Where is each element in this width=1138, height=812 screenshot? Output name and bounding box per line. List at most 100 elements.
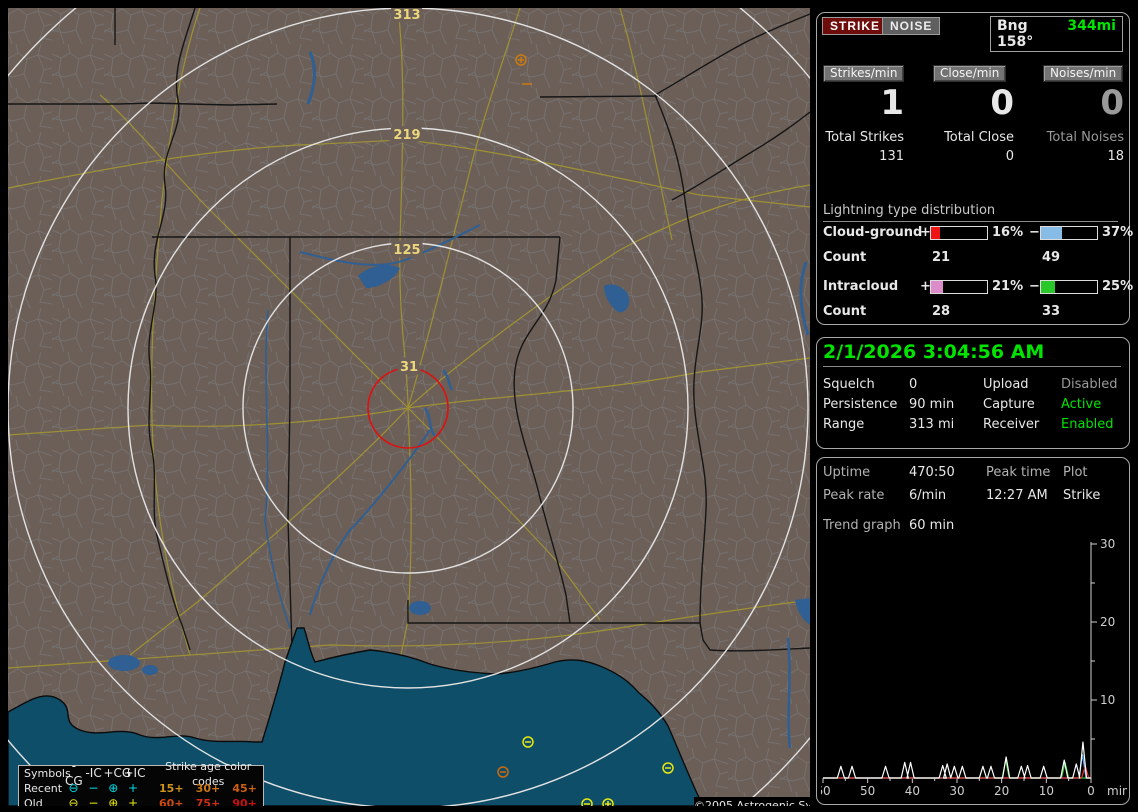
map-legend: Symbols -CG -IC +CG +IC Strike age color…	[18, 765, 264, 806]
count-label: Count	[823, 250, 866, 265]
strikes-per-min-chip[interactable]: Strikes/min	[823, 65, 904, 82]
svg-text:10: 10	[1100, 693, 1115, 707]
trend-chart: 1020306050403020100min	[821, 536, 1127, 800]
age-60: 60+	[153, 796, 190, 806]
svg-text:20: 20	[1100, 615, 1115, 629]
svg-text:0: 0	[1087, 784, 1095, 798]
age-90: 90+	[226, 796, 263, 806]
trend-panel: Uptime 470:50 Peak time Plot Peak rate 6…	[816, 457, 1130, 805]
pos-cg-old-icon: ⊕	[103, 796, 123, 806]
total-noises-label: Total Noises	[1024, 130, 1124, 145]
cloud-ground-count-row: Count 21 49	[823, 250, 1123, 265]
ring-label-219: 219	[393, 128, 420, 143]
trend-graph-row: Trend graph 60 min	[817, 518, 1129, 534]
trend-graph-label: Trend graph	[823, 518, 901, 533]
minus-sign: −	[1029, 225, 1040, 240]
squelch-value: 0	[909, 377, 917, 392]
minus-sign: −	[1029, 279, 1040, 294]
legend-symbols-header: Symbols	[24, 766, 64, 781]
pos-ic-old-icon: +	[123, 796, 143, 806]
legend-old-row: Old ⊖ − ⊕ + 60+ 75+ 90+	[19, 796, 263, 806]
svg-text:60: 60	[821, 784, 831, 798]
svg-text:10: 10	[1039, 784, 1054, 798]
strikes-per-min-value: 1	[823, 85, 904, 121]
cloud-ground-label: Cloud-ground	[823, 225, 922, 240]
noise-mode-button[interactable]: NOISE	[882, 17, 940, 35]
neg-cg-recent-icon: ⊖	[64, 781, 84, 796]
ring-label-31: 31	[400, 360, 418, 375]
legend-col-pos-ic: +IC	[123, 766, 143, 781]
map-layers: 313 219 125 31	[8, 8, 810, 806]
strike-mode-button[interactable]: STRIKE	[822, 17, 888, 35]
count-label: Count	[823, 304, 866, 319]
neg-ic-old-icon: −	[83, 796, 103, 806]
legend-col-neg-ic: -IC	[84, 766, 104, 781]
ic-negative-bar	[1040, 280, 1098, 294]
plot-value: Strike	[1063, 488, 1100, 503]
pos-cg-recent-icon: ⊕	[103, 781, 123, 796]
cg-positive-bar	[930, 226, 988, 240]
status-panel: 2/1/2026 3:04:56 AM Squelch 0 Upload Dis…	[816, 337, 1130, 449]
svg-text:30: 30	[949, 784, 964, 798]
cg-negative-pct: 37%	[1102, 225, 1133, 240]
bearing-value: Bng 158°	[997, 18, 1067, 50]
total-close-label: Total Close	[914, 130, 1014, 145]
upload-label: Upload	[983, 377, 1029, 392]
noises-per-min-chip[interactable]: Noises/min	[1043, 65, 1123, 82]
status-row: Squelch 0 Upload Disabled	[817, 377, 1129, 393]
intracloud-count-row: Count 28 33	[823, 304, 1123, 319]
legend-header-row: Symbols -CG -IC +CG +IC Strike age color…	[19, 766, 263, 781]
uptime-label: Uptime	[823, 465, 870, 480]
nexstorm-window: { "toolbar": { "strike": "STRIKE", "nois…	[0, 0, 1138, 812]
upload-value: Disabled	[1061, 377, 1117, 392]
legend-old-label: Old	[24, 796, 64, 806]
status-row: Range 313 mi Receiver Enabled	[817, 417, 1129, 433]
cg-positive-pct: 16%	[992, 225, 1023, 240]
plot-label: Plot	[1063, 465, 1088, 480]
svg-text:50: 50	[860, 784, 875, 798]
ring-label-125: 125	[393, 243, 420, 258]
peak-rate-value: 6/min	[909, 488, 946, 503]
receiver-value: Enabled	[1061, 417, 1114, 432]
distribution-title: Lightning type distribution	[823, 203, 1118, 222]
close-per-min-value: 0	[933, 85, 1014, 121]
neg-ic-recent-icon: −	[83, 781, 103, 796]
cg-negative-count: 49	[1042, 250, 1060, 265]
intracloud-label: Intracloud	[823, 279, 898, 294]
persistence-label: Persistence	[823, 397, 897, 412]
close-per-min-chip[interactable]: Close/min	[933, 65, 1006, 82]
pos-ic-recent-icon: +	[123, 781, 143, 796]
ic-positive-count: 28	[932, 304, 950, 319]
status-row: Persistence 90 min Capture Active	[817, 397, 1129, 413]
copyright-text: ©2005 Astrogenic Systems	[694, 797, 810, 806]
svg-text:min: min	[1107, 784, 1127, 798]
datetime-display: 2/1/2026 3:04:56 AM	[823, 341, 1121, 367]
svg-text:20: 20	[994, 784, 1009, 798]
legend-col-pos-cg: +CG	[103, 766, 123, 781]
ic-negative-pct: 25%	[1102, 279, 1133, 294]
svg-text:30: 30	[1100, 537, 1115, 551]
squelch-label: Squelch	[823, 377, 875, 392]
distance-value: 344mi	[1067, 18, 1116, 50]
ic-negative-count: 33	[1042, 304, 1060, 319]
age-15: 15+	[153, 781, 190, 796]
total-strikes-label: Total Strikes	[804, 130, 904, 145]
cg-positive-count: 21	[932, 250, 950, 265]
ic-positive-bar	[930, 280, 988, 294]
range-label: Range	[823, 417, 864, 432]
lightning-map[interactable]: 313 219 125 31 Symbols -CG -IC +CG +IC S…	[8, 8, 810, 806]
receiver-label: Receiver	[983, 417, 1039, 432]
uptime-value: 470:50	[909, 465, 955, 480]
total-noises-value: 18	[1024, 149, 1124, 164]
rates-panel: STRIKE NOISE Bng 158° 344mi Strikes/min …	[816, 12, 1130, 325]
peak-rate-row: Peak rate 6/min 12:27 AM Strike	[817, 488, 1129, 504]
peak-time-value: 12:27 AM	[986, 488, 1048, 503]
age-75: 75+	[190, 796, 227, 806]
peak-rate-label: Peak rate	[823, 488, 884, 503]
noises-per-min-value: 0	[1043, 85, 1124, 121]
neg-cg-old-icon: ⊖	[64, 796, 84, 806]
ic-positive-pct: 21%	[992, 279, 1023, 294]
ring-label-313: 313	[393, 8, 420, 23]
total-close-value: 0	[914, 149, 1014, 164]
persistence-value: 90 min	[909, 397, 954, 412]
